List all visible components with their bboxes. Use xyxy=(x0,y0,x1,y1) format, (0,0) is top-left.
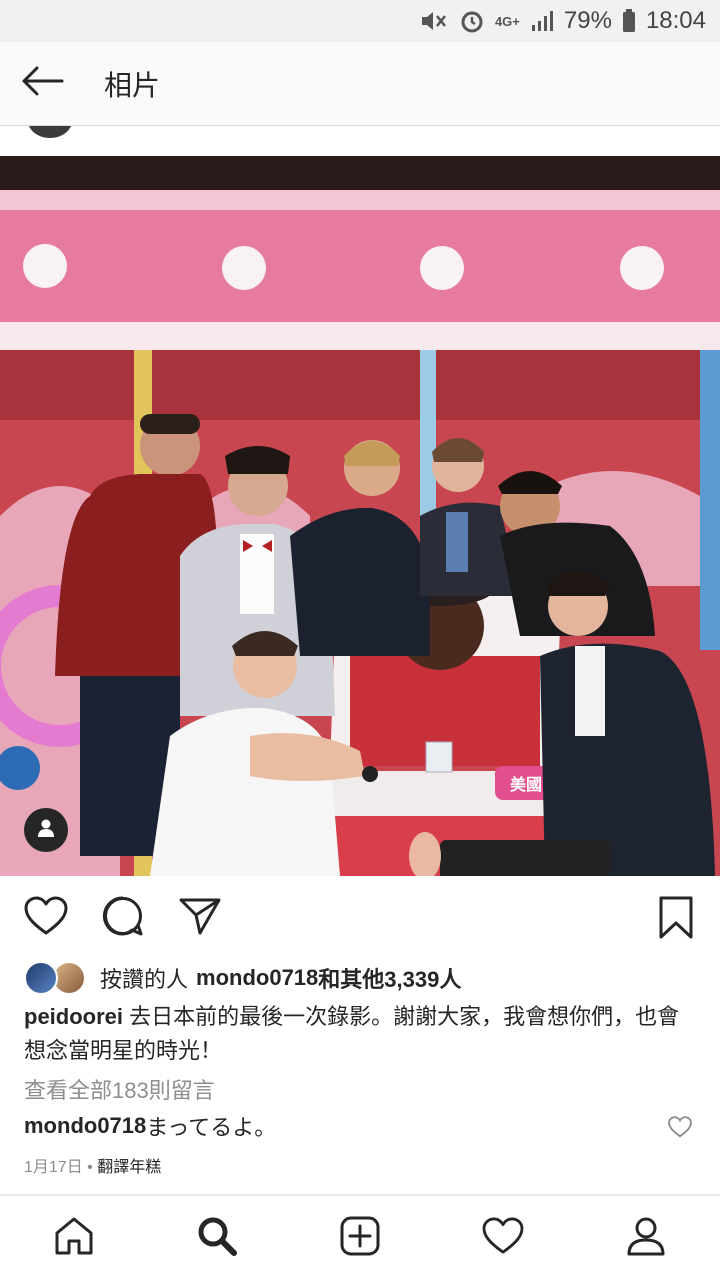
tab-home[interactable] xyxy=(24,1196,124,1280)
post-date: 1月17日 xyxy=(24,1159,83,1176)
likes-row[interactable]: 按讚的人 mondo0718 和其他3,339人 xyxy=(24,958,461,998)
avatar xyxy=(24,961,58,995)
alarm-icon xyxy=(459,8,485,34)
tab-search[interactable] xyxy=(167,1196,267,1280)
heart-icon[interactable] xyxy=(668,1116,692,1144)
likes-prefix: 按讚的人 xyxy=(100,967,189,992)
signal-icon xyxy=(530,9,554,33)
meta-separator: • xyxy=(82,1159,98,1176)
tab-activity[interactable] xyxy=(453,1196,553,1280)
clock: 18:04 xyxy=(645,7,706,34)
person-icon xyxy=(35,817,57,844)
post-caption: peidoorei 去日本前的最後一次錄影。謝謝大家，我會想你們，也會想念當明星… xyxy=(24,1000,694,1068)
comment-icon[interactable] xyxy=(102,895,144,942)
heart-icon xyxy=(482,1216,524,1260)
battery-icon xyxy=(622,9,636,33)
network-type: 4G+ xyxy=(494,13,520,29)
likes-user[interactable]: mondo0718 xyxy=(196,965,318,991)
post-actions xyxy=(0,876,720,960)
bottom-tab-bar xyxy=(0,1196,720,1280)
caption-text: 去日本前的最後一次錄影。謝謝大家，我會想你們，也會想念當明星的時光！ xyxy=(24,1004,680,1063)
view-all-comments-link[interactable]: 查看全部183則留言 xyxy=(24,1073,215,1105)
send-icon[interactable] xyxy=(178,896,222,941)
comment-item: mondo0718 まってるよ。 xyxy=(24,1110,696,1142)
caption-username[interactable]: peidoorei xyxy=(24,1004,123,1029)
post-photo[interactable]: 美國 杜力 xyxy=(0,156,720,876)
translate-link[interactable]: 翻譯年糕 xyxy=(97,1159,161,1176)
liker-avatars xyxy=(24,961,88,995)
arrow-left-icon xyxy=(20,65,64,102)
heart-icon[interactable] xyxy=(24,896,68,941)
bookmark-icon[interactable] xyxy=(658,896,694,945)
add-post-icon xyxy=(339,1215,381,1262)
page-title: 相片 xyxy=(104,69,161,101)
comment-text: まってるよ。 xyxy=(146,1115,277,1140)
avatar[interactable] xyxy=(28,126,72,138)
likes-count[interactable]: 和其他3,339人 xyxy=(318,962,461,994)
post-header-strip xyxy=(0,126,720,156)
tag-people-button[interactable] xyxy=(24,808,68,852)
back-button[interactable] xyxy=(0,42,84,126)
mute-icon xyxy=(419,8,449,34)
comment-username[interactable]: mondo0718 xyxy=(24,1113,146,1139)
status-bar: 4G+ 79% 18:04 xyxy=(0,0,720,42)
tab-new-post[interactable] xyxy=(310,1196,410,1280)
post-meta: 1月17日 • 翻譯年糕 xyxy=(24,1153,161,1177)
tab-profile[interactable] xyxy=(596,1196,696,1280)
search-icon xyxy=(196,1215,238,1262)
battery-percent: 79% xyxy=(563,7,612,34)
home-icon xyxy=(53,1215,95,1262)
app-header: 相片 xyxy=(0,42,720,126)
profile-icon xyxy=(625,1215,667,1262)
